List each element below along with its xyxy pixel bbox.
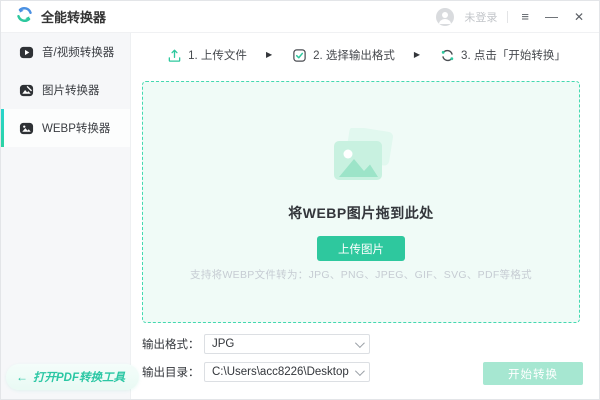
step-start-convert: 3. 点击「开始转换」 xyxy=(439,47,566,63)
supported-formats-text: 支持将WEBP文件转为：JPG、PNG、JPEG、GIF、SVG、PDF等格式 xyxy=(143,267,579,282)
step-label: 1. 上传文件 xyxy=(188,47,247,63)
output-directory-label: 输出目录： xyxy=(142,364,204,380)
webp-dropzone[interactable]: 将WEBP图片拖到此处 上传图片 支持将WEBP文件转为：JPG、PNG、JPE… xyxy=(142,81,580,323)
step-label: 3. 点击「开始转换」 xyxy=(461,47,566,63)
sidebar: 音/视频转换器 图片转换器 WEBP转换器 xyxy=(1,33,131,400)
steps-bar: 1. 上传文件 ▶ 2. 选择输出格式 ▶ 3. 点击「开始 xyxy=(131,33,600,77)
sidebar-item-label: 图片转换器 xyxy=(42,82,100,98)
convert-cycle-icon xyxy=(439,47,455,63)
video-converter-icon xyxy=(18,44,34,60)
titlebar-divider xyxy=(507,11,508,23)
output-directory-row: 输出目录： C:\Users\acc8226\Desktop xyxy=(142,362,370,382)
step-upload-file: 1. 上传文件 xyxy=(166,47,247,63)
image-converter-icon xyxy=(18,82,34,98)
sidebar-item-image-converter[interactable]: 图片转换器 xyxy=(1,71,130,109)
output-format-row: 输出格式： JPG xyxy=(142,334,370,354)
chevron-down-icon xyxy=(355,366,365,376)
upload-image-button[interactable]: 上传图片 xyxy=(317,236,405,261)
app-logo: 全能转换器 xyxy=(1,5,106,29)
step-label: 2. 选择输出格式 xyxy=(313,47,395,63)
picture-placeholder-icon xyxy=(325,128,397,191)
app-title: 全能转换器 xyxy=(41,7,106,26)
output-format-label: 输出格式： xyxy=(142,336,204,352)
upload-icon xyxy=(166,47,182,63)
titlebar-controls: 未登录 ≡ — ✕ xyxy=(436,8,600,26)
back-arrow-icon: ← xyxy=(16,370,28,384)
start-convert-button[interactable]: 开始转换 xyxy=(483,362,583,385)
webp-converter-icon xyxy=(18,120,34,136)
dropzone-title: 将WEBP图片拖到此处 xyxy=(288,203,434,223)
sidebar-item-label: WEBP转换器 xyxy=(42,120,110,136)
close-icon[interactable]: ✕ xyxy=(571,9,587,25)
step-arrow-icon: ▶ xyxy=(266,51,272,59)
menu-icon[interactable]: ≡ xyxy=(518,8,532,25)
output-directory-value: C:\Users\acc8226\Desktop xyxy=(212,366,351,378)
open-pdf-tool-link[interactable]: ← 打开PDF转换工具 xyxy=(6,364,139,390)
sidebar-item-label: 音/视频转换器 xyxy=(42,44,114,60)
output-format-value: JPG xyxy=(212,338,351,350)
minimize-icon[interactable]: — xyxy=(542,8,561,25)
chevron-down-icon xyxy=(355,338,365,348)
step-choose-format: 2. 选择输出格式 xyxy=(291,47,395,63)
app-window: 全能转换器 未登录 ≡ — ✕ 音/视频转换器 xyxy=(0,0,600,400)
pdf-tool-label: 打开PDF转换工具 xyxy=(33,369,125,385)
login-status[interactable]: 未登录 xyxy=(464,9,497,25)
convert-logo-icon xyxy=(15,5,34,29)
output-format-select[interactable]: JPG xyxy=(204,334,370,354)
format-check-icon xyxy=(291,47,307,63)
step-arrow-icon: ▶ xyxy=(414,51,420,59)
titlebar: 全能转换器 未登录 ≡ — ✕ xyxy=(1,1,600,33)
sidebar-item-audio-video-converter[interactable]: 音/视频转换器 xyxy=(1,33,130,71)
sidebar-item-webp-converter[interactable]: WEBP转换器 xyxy=(1,109,130,147)
avatar-icon[interactable] xyxy=(436,8,454,26)
output-directory-select[interactable]: C:\Users\acc8226\Desktop xyxy=(204,362,370,382)
